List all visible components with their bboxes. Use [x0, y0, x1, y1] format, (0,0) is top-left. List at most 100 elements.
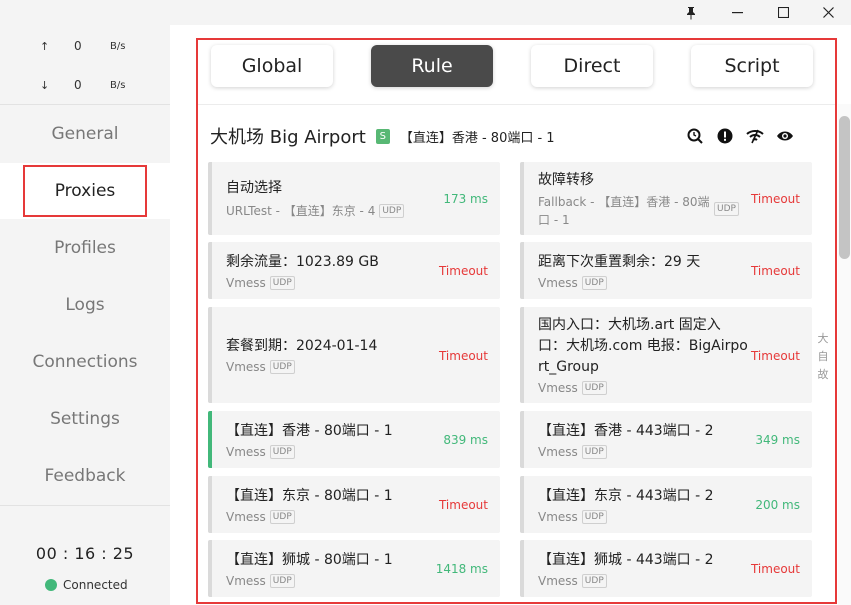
proxy-card-traffic-left[interactable]: 剩余流量：1023.89 GB Vmess UDP Timeout: [208, 242, 500, 299]
sidebar: ↑ 0 B/s ↓ 0 B/s General Proxies Profiles…: [0, 25, 170, 605]
group-name: 大机场 Big Airport: [210, 127, 366, 148]
proxy-card-reset-days[interactable]: 距离下次重置剩余：29 天 Vmess UDP Timeout: [520, 242, 812, 299]
proxy-card-tokyo-80[interactable]: 【直连】东京 - 80端口 - 1 Vmess UDP Timeout: [208, 476, 500, 533]
group-quick-index: 大 自 故: [812, 330, 834, 384]
connection-status: Connected: [45, 578, 128, 592]
mode-rule-button[interactable]: Rule: [371, 45, 493, 87]
upload-speed: ↑ 0 B/s: [40, 36, 125, 56]
proxy-delay[interactable]: Timeout: [439, 498, 488, 512]
udp-badge: UDP: [581, 276, 607, 290]
proxy-card-hk-80[interactable]: 【直连】香港 - 80端口 - 1 Vmess UDP 839 ms: [208, 411, 500, 468]
proxy-delay[interactable]: 839 ms: [443, 433, 488, 447]
proxy-type-label-cont: 口 - 1: [538, 213, 570, 227]
mode-global-button[interactable]: Global: [211, 45, 333, 87]
proxy-type-label: Vmess: [538, 276, 578, 290]
proxy-type: Vmess UDP: [538, 276, 607, 290]
scrollbar-thumb[interactable]: [839, 116, 850, 259]
proxy-name: 故障转移: [538, 172, 594, 188]
proxy-delay[interactable]: Timeout: [439, 349, 488, 363]
nav-general[interactable]: General: [0, 106, 170, 162]
nav-connections[interactable]: Connections: [0, 334, 170, 390]
proxy-card-tokyo-443[interactable]: 【直连】东京 - 443端口 - 2 Vmess UDP 200 ms: [520, 476, 812, 533]
proxy-card-expiry[interactable]: 套餐到期：2024-01-14 Vmess UDP Timeout: [208, 307, 500, 403]
udp-badge: UDP: [269, 445, 295, 459]
proxy-card-hk-443[interactable]: 【直连】香港 - 443端口 - 2 Vmess UDP 349 ms: [520, 411, 812, 468]
proxy-name-line1: 国内入口：大机场.art 固定入: [538, 317, 721, 333]
wifi-test-icon[interactable]: [740, 126, 770, 146]
udp-badge: UDP: [581, 445, 607, 459]
proxy-type: Vmess UDP: [226, 510, 295, 524]
clock-panel: 00 : 16 : 25 Connected: [0, 505, 170, 605]
proxy-name: 自动选择: [226, 180, 282, 196]
eye-icon[interactable]: [770, 126, 800, 146]
proxy-delay[interactable]: Timeout: [751, 349, 800, 363]
nav-proxies[interactable]: Proxies: [0, 163, 170, 219]
mode-switcher: Global Rule Direct Script: [198, 40, 835, 105]
proxy-type: Vmess UDP: [538, 574, 607, 588]
nav-settings[interactable]: Settings: [0, 391, 170, 447]
minimize-button[interactable]: [714, 0, 760, 25]
nav-label: Connections: [32, 352, 138, 372]
status-label: Connected: [63, 578, 128, 592]
proxy-delay[interactable]: 173 ms: [443, 192, 488, 206]
proxy-type: Vmess UDP: [538, 510, 607, 524]
proxy-delay[interactable]: 1418 ms: [436, 562, 488, 576]
proxy-name: 【直连】狮城 - 80端口 - 1: [226, 552, 393, 568]
proxy-name: 套餐到期：2024-01-14: [226, 338, 378, 354]
search-latency-icon[interactable]: [680, 126, 710, 146]
download-unit: B/s: [110, 79, 126, 91]
proxy-type: Vmess UDP: [226, 360, 295, 374]
proxy-name: 【直连】香港 - 80端口 - 1: [226, 423, 393, 439]
proxy-name: 【直连】东京 - 80端口 - 1: [226, 488, 393, 504]
proxy-type-label: Vmess: [538, 381, 578, 395]
proxy-delay[interactable]: Timeout: [439, 264, 488, 278]
proxy-card-sg-80[interactable]: 【直连】狮城 - 80端口 - 1 Vmess UDP 1418 ms: [208, 540, 500, 597]
proxy-delay[interactable]: 200 ms: [755, 498, 800, 512]
nav-profiles[interactable]: Profiles: [0, 220, 170, 276]
proxy-type-label: Fallback - 【直连】香港 - 80端: [538, 195, 710, 209]
title-bar: [0, 0, 851, 25]
proxy-type-label: Vmess: [226, 574, 266, 588]
proxy-group-header[interactable]: 大机场 Big Airport S 【直连】香港 - 80端口 - 1: [210, 124, 810, 148]
proxy-name: 【直连】狮城 - 443端口 - 2: [538, 552, 714, 568]
mode-direct-button[interactable]: Direct: [531, 45, 653, 87]
proxy-delay[interactable]: 349 ms: [755, 433, 800, 447]
udp-badge: UDP: [581, 510, 607, 524]
proxy-type: Vmess UDP: [538, 445, 607, 459]
close-button[interactable]: [805, 0, 851, 25]
proxy-type: Vmess UDP: [538, 381, 607, 395]
index-item[interactable]: 自: [812, 348, 834, 366]
proxies-panel: Global Rule Direct Script 大机场 Big Airpor…: [196, 38, 837, 604]
proxy-card-sg-443[interactable]: 【直连】狮城 - 443端口 - 2 Vmess UDP Timeout: [520, 540, 812, 597]
udp-badge: UDP: [581, 381, 607, 395]
proxy-card-fallback[interactable]: 故障转移 Fallback - 【直连】香港 - 80端 口 - 1 UDP T…: [520, 162, 812, 235]
proxy-type-label: Vmess: [538, 574, 578, 588]
udp-badge: UDP: [269, 360, 295, 374]
download-arrow-icon: ↓: [40, 78, 50, 92]
group-actions: [680, 126, 800, 146]
proxy-delay[interactable]: Timeout: [751, 264, 800, 278]
pin-icon[interactable]: [668, 0, 714, 25]
nav-feedback[interactable]: Feedback: [0, 448, 170, 504]
maximize-button[interactable]: [760, 0, 806, 25]
nav-label: Feedback: [44, 466, 126, 486]
upload-arrow-icon: ↑: [40, 39, 50, 53]
udp-badge: UDP: [379, 203, 405, 218]
proxy-type-label: Vmess: [226, 445, 266, 459]
status-dot-icon: [45, 579, 57, 591]
proxy-delay[interactable]: Timeout: [751, 192, 800, 206]
info-icon[interactable]: [710, 126, 740, 146]
mode-script-button[interactable]: Script: [691, 45, 813, 87]
proxy-name: 距离下次重置剩余：29 天: [538, 254, 701, 270]
nav-logs[interactable]: Logs: [0, 277, 170, 333]
index-item[interactable]: 故: [812, 366, 834, 384]
proxy-type-label: Vmess: [538, 445, 578, 459]
udp-badge: UDP: [714, 202, 739, 216]
index-item[interactable]: 大: [812, 330, 834, 348]
nav-label: Settings: [50, 409, 120, 429]
uptime-clock: 00 : 16 : 25: [35, 544, 135, 563]
proxy-type-label: URLTest - 【直连】东京 - 4: [226, 204, 376, 218]
proxy-delay[interactable]: Timeout: [751, 562, 800, 576]
proxy-card-auto-select[interactable]: 自动选择 URLTest - 【直连】东京 - 4 UDP 173 ms: [208, 162, 500, 235]
proxy-card-entry-info[interactable]: 国内入口：大机场.art 固定入 口：大机场.com 电报：BigAirpo r…: [520, 307, 812, 403]
